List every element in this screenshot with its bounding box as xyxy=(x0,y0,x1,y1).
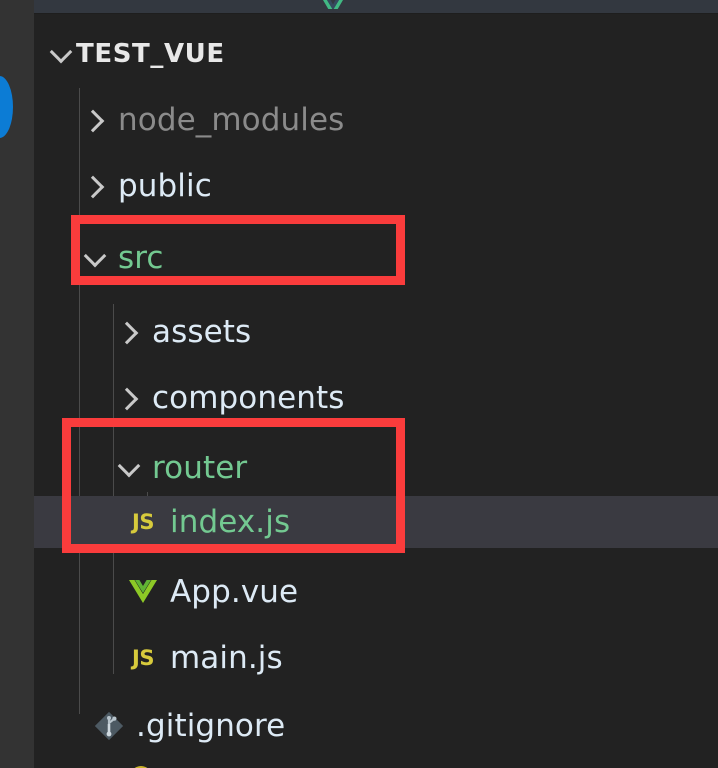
tree-row-label: src xyxy=(118,239,164,276)
chevron-right-icon[interactable] xyxy=(114,317,144,347)
tree-row-label: TEST_VUE xyxy=(76,39,225,69)
chevron-right-icon[interactable] xyxy=(80,171,110,201)
chevron-down-icon[interactable] xyxy=(80,243,110,273)
tree-row-label: components xyxy=(152,379,345,416)
chevron-down-icon[interactable] xyxy=(46,39,76,69)
explorer-file-tree[interactable]: TEST_VUE node_modules public src assets … xyxy=(34,14,718,768)
tree-row-components[interactable]: components xyxy=(34,372,718,424)
tree-row-label: index.js xyxy=(170,503,291,540)
tree-row-root[interactable]: TEST_VUE xyxy=(34,28,718,80)
activity-bar[interactable] xyxy=(0,14,34,768)
activity-bar-active-indicator xyxy=(0,76,13,138)
chevron-down-icon[interactable] xyxy=(114,453,144,483)
tree-row-node-modules[interactable]: node_modules xyxy=(34,94,718,146)
activity-bar-top xyxy=(0,0,34,14)
vscode-window: TEST_VUE node_modules public src assets … xyxy=(0,0,718,768)
tree-row-label: public xyxy=(118,167,212,204)
tree-row-label: assets xyxy=(152,313,252,350)
tree-row-main-js[interactable]: JS main.js xyxy=(34,632,718,684)
tree-row-router[interactable]: router xyxy=(34,442,718,494)
tree-row-label: .gitignore xyxy=(136,707,286,744)
js-file-icon: JS xyxy=(132,509,154,534)
tree-row-assets[interactable]: assets xyxy=(34,306,718,358)
vue-file-icon xyxy=(126,577,160,607)
tree-row-label: node_modules xyxy=(118,101,345,138)
tree-row-gitignore[interactable]: .gitignore xyxy=(34,700,718,752)
tree-row-index-js[interactable]: JS index.js xyxy=(34,496,718,548)
vue-file-tab-icon xyxy=(322,0,344,9)
tree-row-app-vue[interactable]: App.vue xyxy=(34,566,718,618)
tree-row-label: App.vue xyxy=(170,573,299,610)
tree-row-public[interactable]: public xyxy=(34,160,718,212)
js-file-icon: JS xyxy=(132,645,154,670)
tree-row-label: router xyxy=(152,449,248,486)
git-file-icon xyxy=(92,711,126,741)
chevron-right-icon[interactable] xyxy=(114,383,144,413)
tree-row-partial xyxy=(128,764,152,768)
editor-tab-strip xyxy=(0,0,718,14)
chevron-right-icon[interactable] xyxy=(80,105,110,135)
tree-row-label: main.js xyxy=(170,639,283,676)
tree-row-src[interactable]: src xyxy=(34,232,718,284)
